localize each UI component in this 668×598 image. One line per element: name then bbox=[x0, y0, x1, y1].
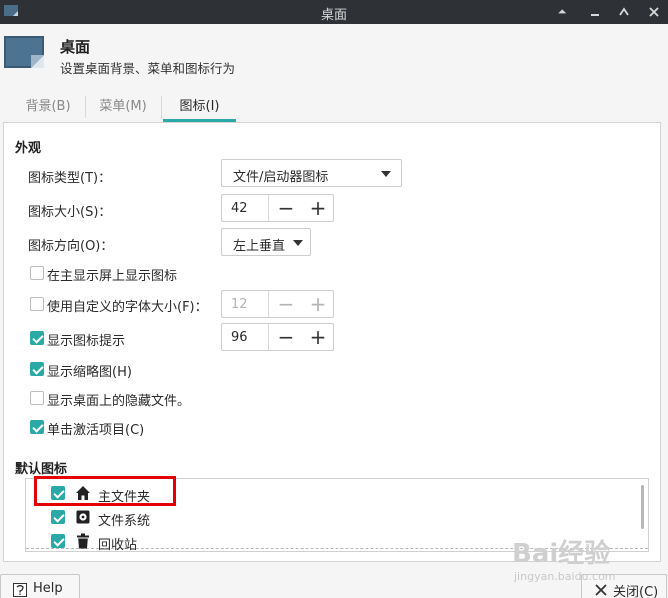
icon-type-dropdown[interactable]: 文件/启动器图标 bbox=[221, 159, 402, 187]
show-tooltips-label: 显示图标提示 bbox=[47, 334, 126, 349]
increase-icon[interactable]: + bbox=[302, 195, 334, 221]
help-icon bbox=[13, 583, 27, 597]
maximize-icon[interactable] bbox=[614, 2, 634, 22]
default-icons-section-title: 默认图标 bbox=[15, 462, 68, 477]
window-titlebar[interactable]: 桌面 ⏶ bbox=[0, 0, 668, 24]
chevron-down-icon bbox=[381, 171, 391, 177]
list-item-label: 回收站 bbox=[98, 538, 138, 553]
shade-icon[interactable]: ⏶ bbox=[552, 2, 572, 22]
show-thumbnails-label: 显示缩略图(H) bbox=[47, 365, 132, 380]
show-on-primary-label: 在主显示屏上显示图标 bbox=[47, 269, 178, 284]
show-hidden-checkbox[interactable] bbox=[30, 391, 44, 405]
increase-icon[interactable]: + bbox=[302, 291, 334, 317]
close-window-icon[interactable] bbox=[644, 2, 664, 22]
increase-icon[interactable]: + bbox=[302, 324, 334, 350]
help-label: Help bbox=[33, 581, 63, 596]
decrease-icon[interactable]: − bbox=[270, 195, 302, 221]
font-size-stepper[interactable]: 12 − + bbox=[221, 290, 334, 318]
icon-orientation-value: 左上垂直 bbox=[233, 239, 286, 254]
icon-orientation-label: 图标方向(O)： bbox=[28, 239, 114, 254]
dialog-title: 桌面 bbox=[60, 38, 91, 56]
decrease-icon[interactable]: − bbox=[270, 324, 302, 350]
desktop-settings-icon bbox=[4, 36, 44, 68]
list-item-label: 文件系统 bbox=[98, 514, 151, 529]
show-thumbnails-checkbox[interactable] bbox=[30, 362, 44, 376]
tab-bar: 背景(B) 菜单(M) 图标(I) bbox=[0, 94, 668, 122]
custom-font-size-checkbox[interactable] bbox=[30, 297, 44, 311]
single-click-checkbox[interactable] bbox=[30, 420, 44, 434]
icon-size-value: 42 bbox=[231, 201, 248, 216]
harddisk-icon bbox=[76, 510, 90, 524]
custom-font-size-label: 使用自定义的字体大小(F)： bbox=[47, 300, 208, 315]
icon-size-label: 图标大小(S)： bbox=[28, 205, 112, 220]
icon-orientation-dropdown[interactable]: 左上垂直 bbox=[221, 228, 311, 256]
show-on-primary-checkbox[interactable] bbox=[30, 266, 44, 280]
tooltip-size-value: 96 bbox=[231, 330, 248, 345]
font-size-value: 12 bbox=[231, 297, 248, 312]
single-click-label: 单击激活项目(C) bbox=[47, 423, 145, 438]
tab-background[interactable]: 背景(B) bbox=[13, 94, 83, 122]
tooltip-size-stepper[interactable]: 96 − + bbox=[221, 323, 334, 351]
highlight-box bbox=[34, 476, 176, 506]
trash-checkbox[interactable] bbox=[51, 534, 65, 548]
icon-size-stepper[interactable]: 42 − + bbox=[221, 194, 334, 222]
tab-menus[interactable]: 菜单(M) bbox=[88, 94, 158, 122]
appearance-section-title: 外观 bbox=[15, 141, 42, 156]
watermark-url: jingyan.baidu.com bbox=[513, 570, 616, 583]
filesystem-checkbox[interactable] bbox=[51, 510, 65, 524]
watermark: Bai经验 jingyan.baidu.com bbox=[506, 526, 656, 586]
icon-type-value: 文件/启动器图标 bbox=[233, 170, 329, 185]
watermark-text: Bai经验 bbox=[512, 538, 610, 569]
trash-icon bbox=[77, 533, 89, 549]
icon-type-label: 图标类型(T)： bbox=[28, 171, 112, 186]
tab-icons[interactable]: 图标(I) bbox=[163, 94, 236, 122]
decrease-icon[interactable]: − bbox=[270, 291, 302, 317]
help-button[interactable]: Help bbox=[0, 574, 80, 598]
list-scrollbar[interactable] bbox=[641, 485, 644, 529]
dialog-header: 桌面 设置桌面背景、菜单和图标行为 bbox=[0, 24, 668, 86]
dialog-subtitle: 设置桌面背景、菜单和图标行为 bbox=[60, 61, 236, 76]
show-hidden-label: 显示桌面上的隐藏文件。 bbox=[47, 394, 191, 409]
show-tooltips-checkbox[interactable] bbox=[30, 331, 44, 345]
minimize-icon[interactable] bbox=[585, 2, 605, 22]
chevron-down-icon bbox=[293, 240, 303, 246]
